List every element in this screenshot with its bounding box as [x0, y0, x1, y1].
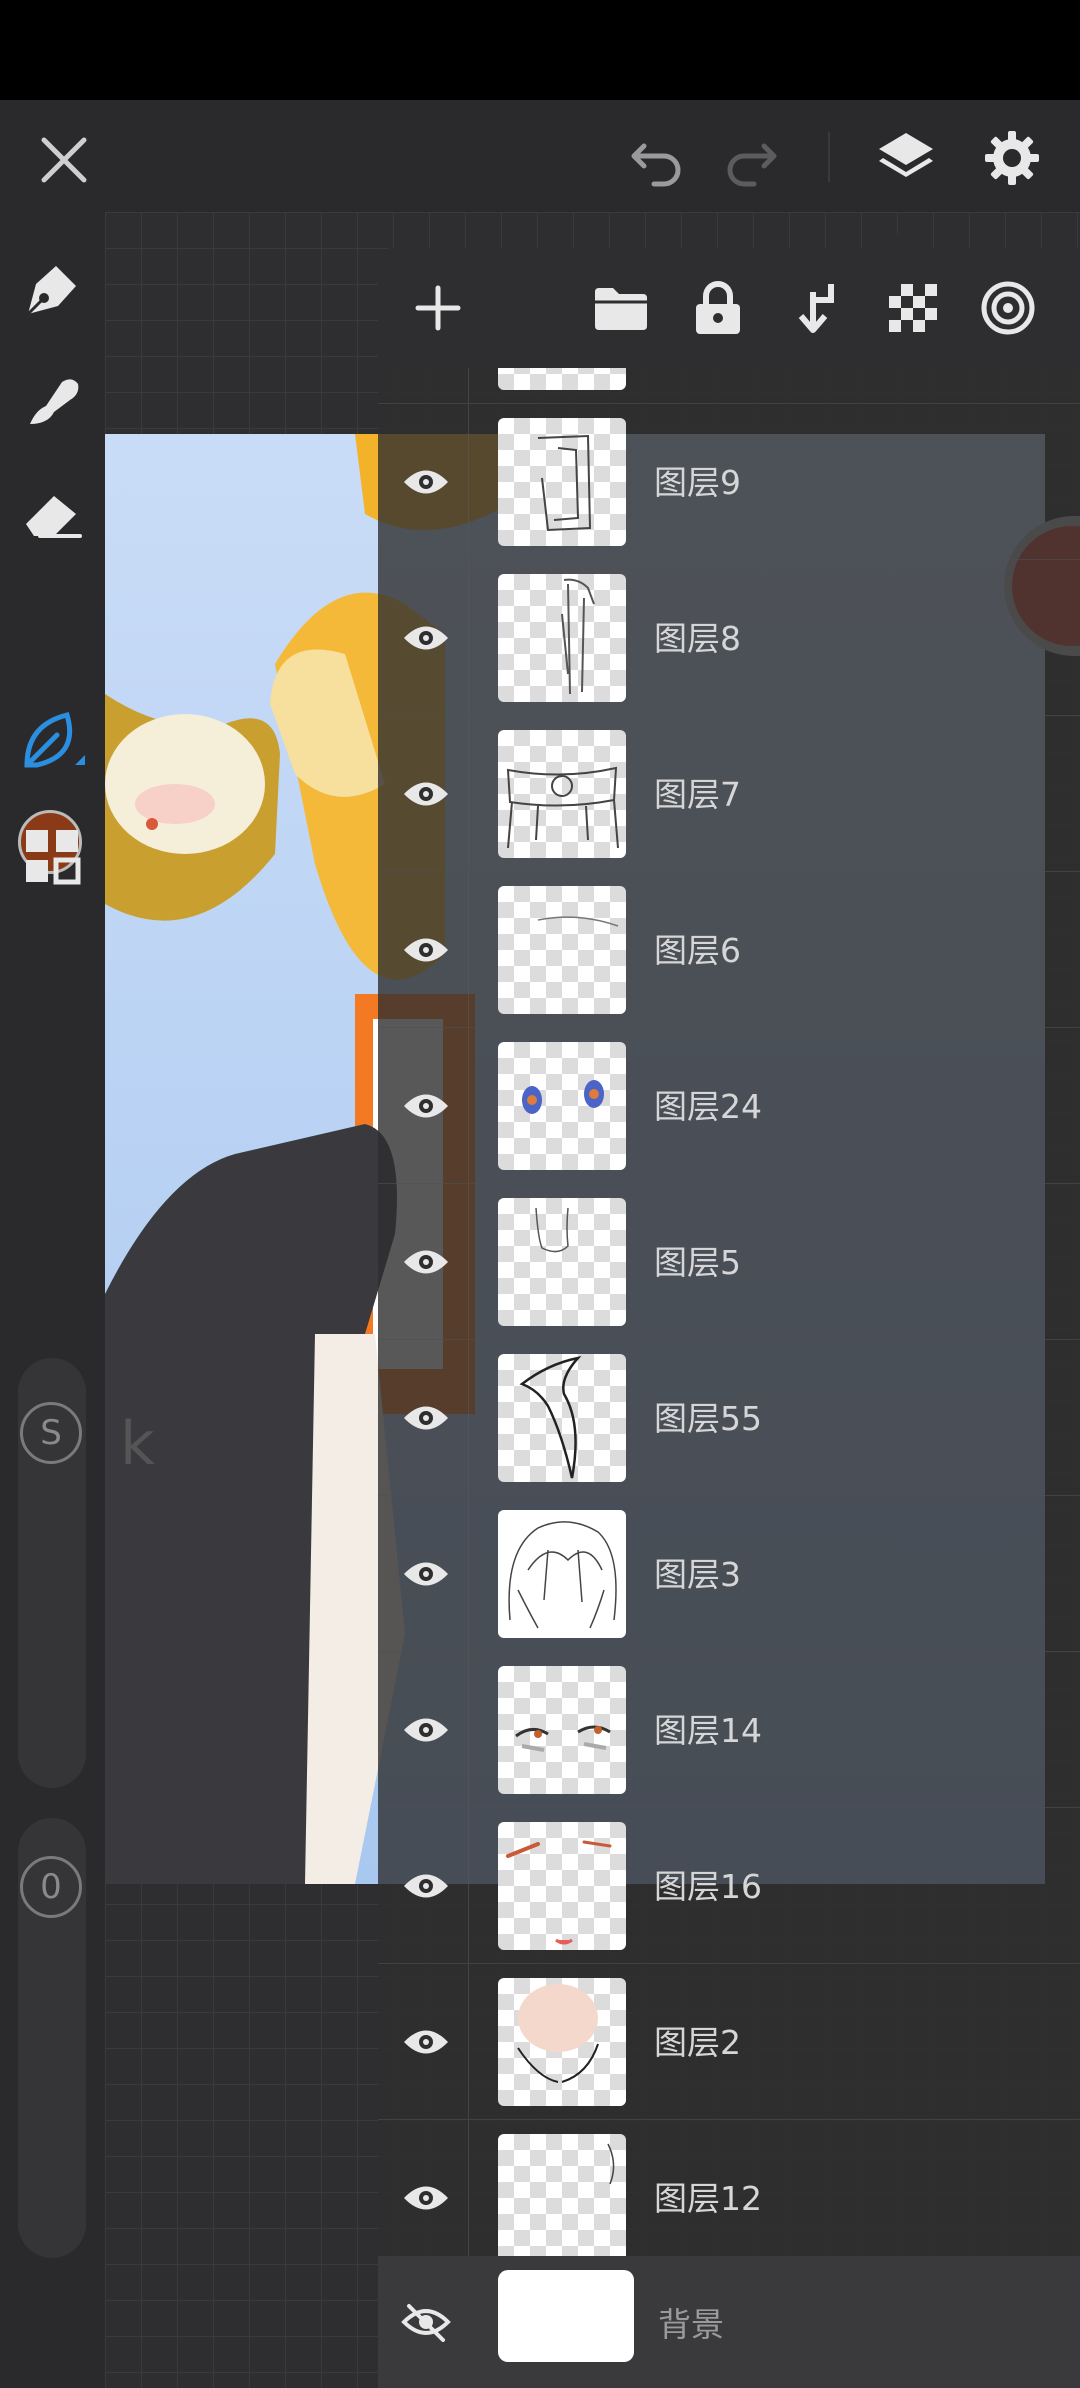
row-separator [468, 716, 469, 871]
layer-name: 图层24 [654, 1087, 762, 1126]
layer-row[interactable]: 图层8 [378, 560, 1080, 716]
eraser-icon[interactable] [12, 474, 92, 554]
eye-icon[interactable] [396, 452, 456, 512]
transparency-icon[interactable] [883, 278, 943, 338]
layer-name: 图层2 [654, 2023, 741, 2062]
opacity-badge: 0 [20, 1856, 82, 1918]
eye-icon[interactable] [396, 2012, 456, 2072]
row-separator [468, 1808, 469, 1963]
undo-icon[interactable] [620, 124, 692, 196]
status-bar [0, 0, 1080, 100]
row-separator [468, 1340, 469, 1495]
layer-row[interactable]: 图层5 [378, 1184, 1080, 1340]
layer-thumbnail [498, 418, 626, 546]
layer-row-partial[interactable] [378, 368, 1080, 404]
row-separator [468, 368, 469, 403]
layer-thumbnail [498, 730, 626, 858]
background-layer-row[interactable]: 背景 [378, 2256, 1080, 2388]
smudge-tool-icon[interactable] [12, 362, 92, 442]
row-separator [468, 404, 469, 559]
layer-row[interactable]: 图层55 [378, 1340, 1080, 1496]
eye-icon[interactable] [396, 2168, 456, 2228]
layers-panel: 图层9 图层8 图层7 图层6 图层24 图层5 图层55 图层3 图层14 图… [378, 248, 1080, 2388]
left-toolbar: S 0 [0, 212, 105, 2388]
merge-down-icon[interactable] [787, 278, 847, 338]
eye-icon[interactable] [396, 1544, 456, 1604]
layer-name: 图层5 [654, 1243, 741, 1282]
row-separator [468, 2120, 469, 2256]
layer-name: 图层3 [654, 1555, 741, 1594]
layer-name: 图层55 [654, 1399, 762, 1438]
row-separator [468, 1496, 469, 1651]
layer-name: 图层7 [654, 775, 741, 814]
layer-thumbnail [498, 1978, 626, 2106]
layer-name: 图层12 [654, 2179, 762, 2218]
eye-off-icon[interactable] [396, 2292, 456, 2352]
eye-icon[interactable] [396, 1856, 456, 1916]
layer-row[interactable]: 图层2 [378, 1964, 1080, 2120]
svg-text:k: k [120, 1409, 155, 1479]
grid-menu-icon[interactable] [12, 816, 92, 896]
layer-name: 图层14 [654, 1711, 762, 1750]
layer-row[interactable]: 图层6 [378, 872, 1080, 1028]
layer-name: 图层6 [654, 931, 741, 970]
layer-thumbnail [498, 1042, 626, 1170]
gear-icon[interactable] [972, 118, 1052, 198]
layer-thumbnail [498, 1510, 626, 1638]
row-separator [468, 1964, 469, 2119]
layer-thumbnail [498, 1198, 626, 1326]
layer-row[interactable]: 图层7 [378, 716, 1080, 872]
row-separator [468, 1184, 469, 1339]
layer-row[interactable]: 图层3 [378, 1496, 1080, 1652]
panel-caret [888, 222, 924, 248]
redo-icon[interactable] [716, 124, 788, 196]
lock-icon[interactable] [688, 278, 748, 338]
layers-icon[interactable] [866, 118, 946, 198]
eye-icon[interactable] [396, 764, 456, 824]
layer-row[interactable]: 图层14 [378, 1652, 1080, 1808]
layer-thumbnail [498, 1822, 626, 1950]
background-layer-name: 背景 [658, 2305, 724, 2344]
eye-icon[interactable] [396, 1388, 456, 1448]
layer-thumbnail [498, 574, 626, 702]
pen-tool-icon[interactable] [12, 250, 92, 330]
layer-thumbnail [498, 1666, 626, 1794]
row-separator [468, 1652, 469, 1807]
row-separator [468, 560, 469, 715]
layer-thumbnail [498, 2134, 626, 2256]
layer-name: 图层9 [654, 463, 741, 502]
row-separator [468, 1028, 469, 1183]
eye-icon[interactable] [396, 920, 456, 980]
layer-list[interactable]: 图层9 图层8 图层7 图层6 图层24 图层5 图层55 图层3 图层14 图… [378, 368, 1080, 2256]
layer-name: 图层8 [654, 619, 741, 658]
folder-icon[interactable] [591, 278, 651, 338]
layer-row[interactable]: 图层24 [378, 1028, 1080, 1184]
layer-row[interactable]: 图层16 [378, 1808, 1080, 1964]
layer-row[interactable]: 图层9 [378, 404, 1080, 560]
layer-row[interactable]: 图层12 [378, 2120, 1080, 2256]
layer-thumbnail [498, 1354, 626, 1482]
eye-icon[interactable] [396, 1700, 456, 1760]
eye-icon[interactable] [396, 608, 456, 668]
add-layer-icon[interactable] [408, 278, 468, 338]
eye-icon[interactable] [396, 1232, 456, 1292]
blend-tool-icon[interactable] [12, 700, 92, 780]
background-thumbnail [498, 2270, 634, 2362]
eye-icon[interactable] [396, 1076, 456, 1136]
layer-settings-icon[interactable] [978, 278, 1038, 338]
layer-name: 图层16 [654, 1867, 762, 1906]
close-icon[interactable] [28, 124, 100, 196]
layers-header [378, 248, 1080, 368]
layer-thumbnail [498, 886, 626, 1014]
toolbar-divider [828, 132, 830, 182]
brush-size-badge: S [20, 1402, 82, 1464]
row-separator [468, 872, 469, 1027]
layer-thumbnail [498, 368, 626, 390]
